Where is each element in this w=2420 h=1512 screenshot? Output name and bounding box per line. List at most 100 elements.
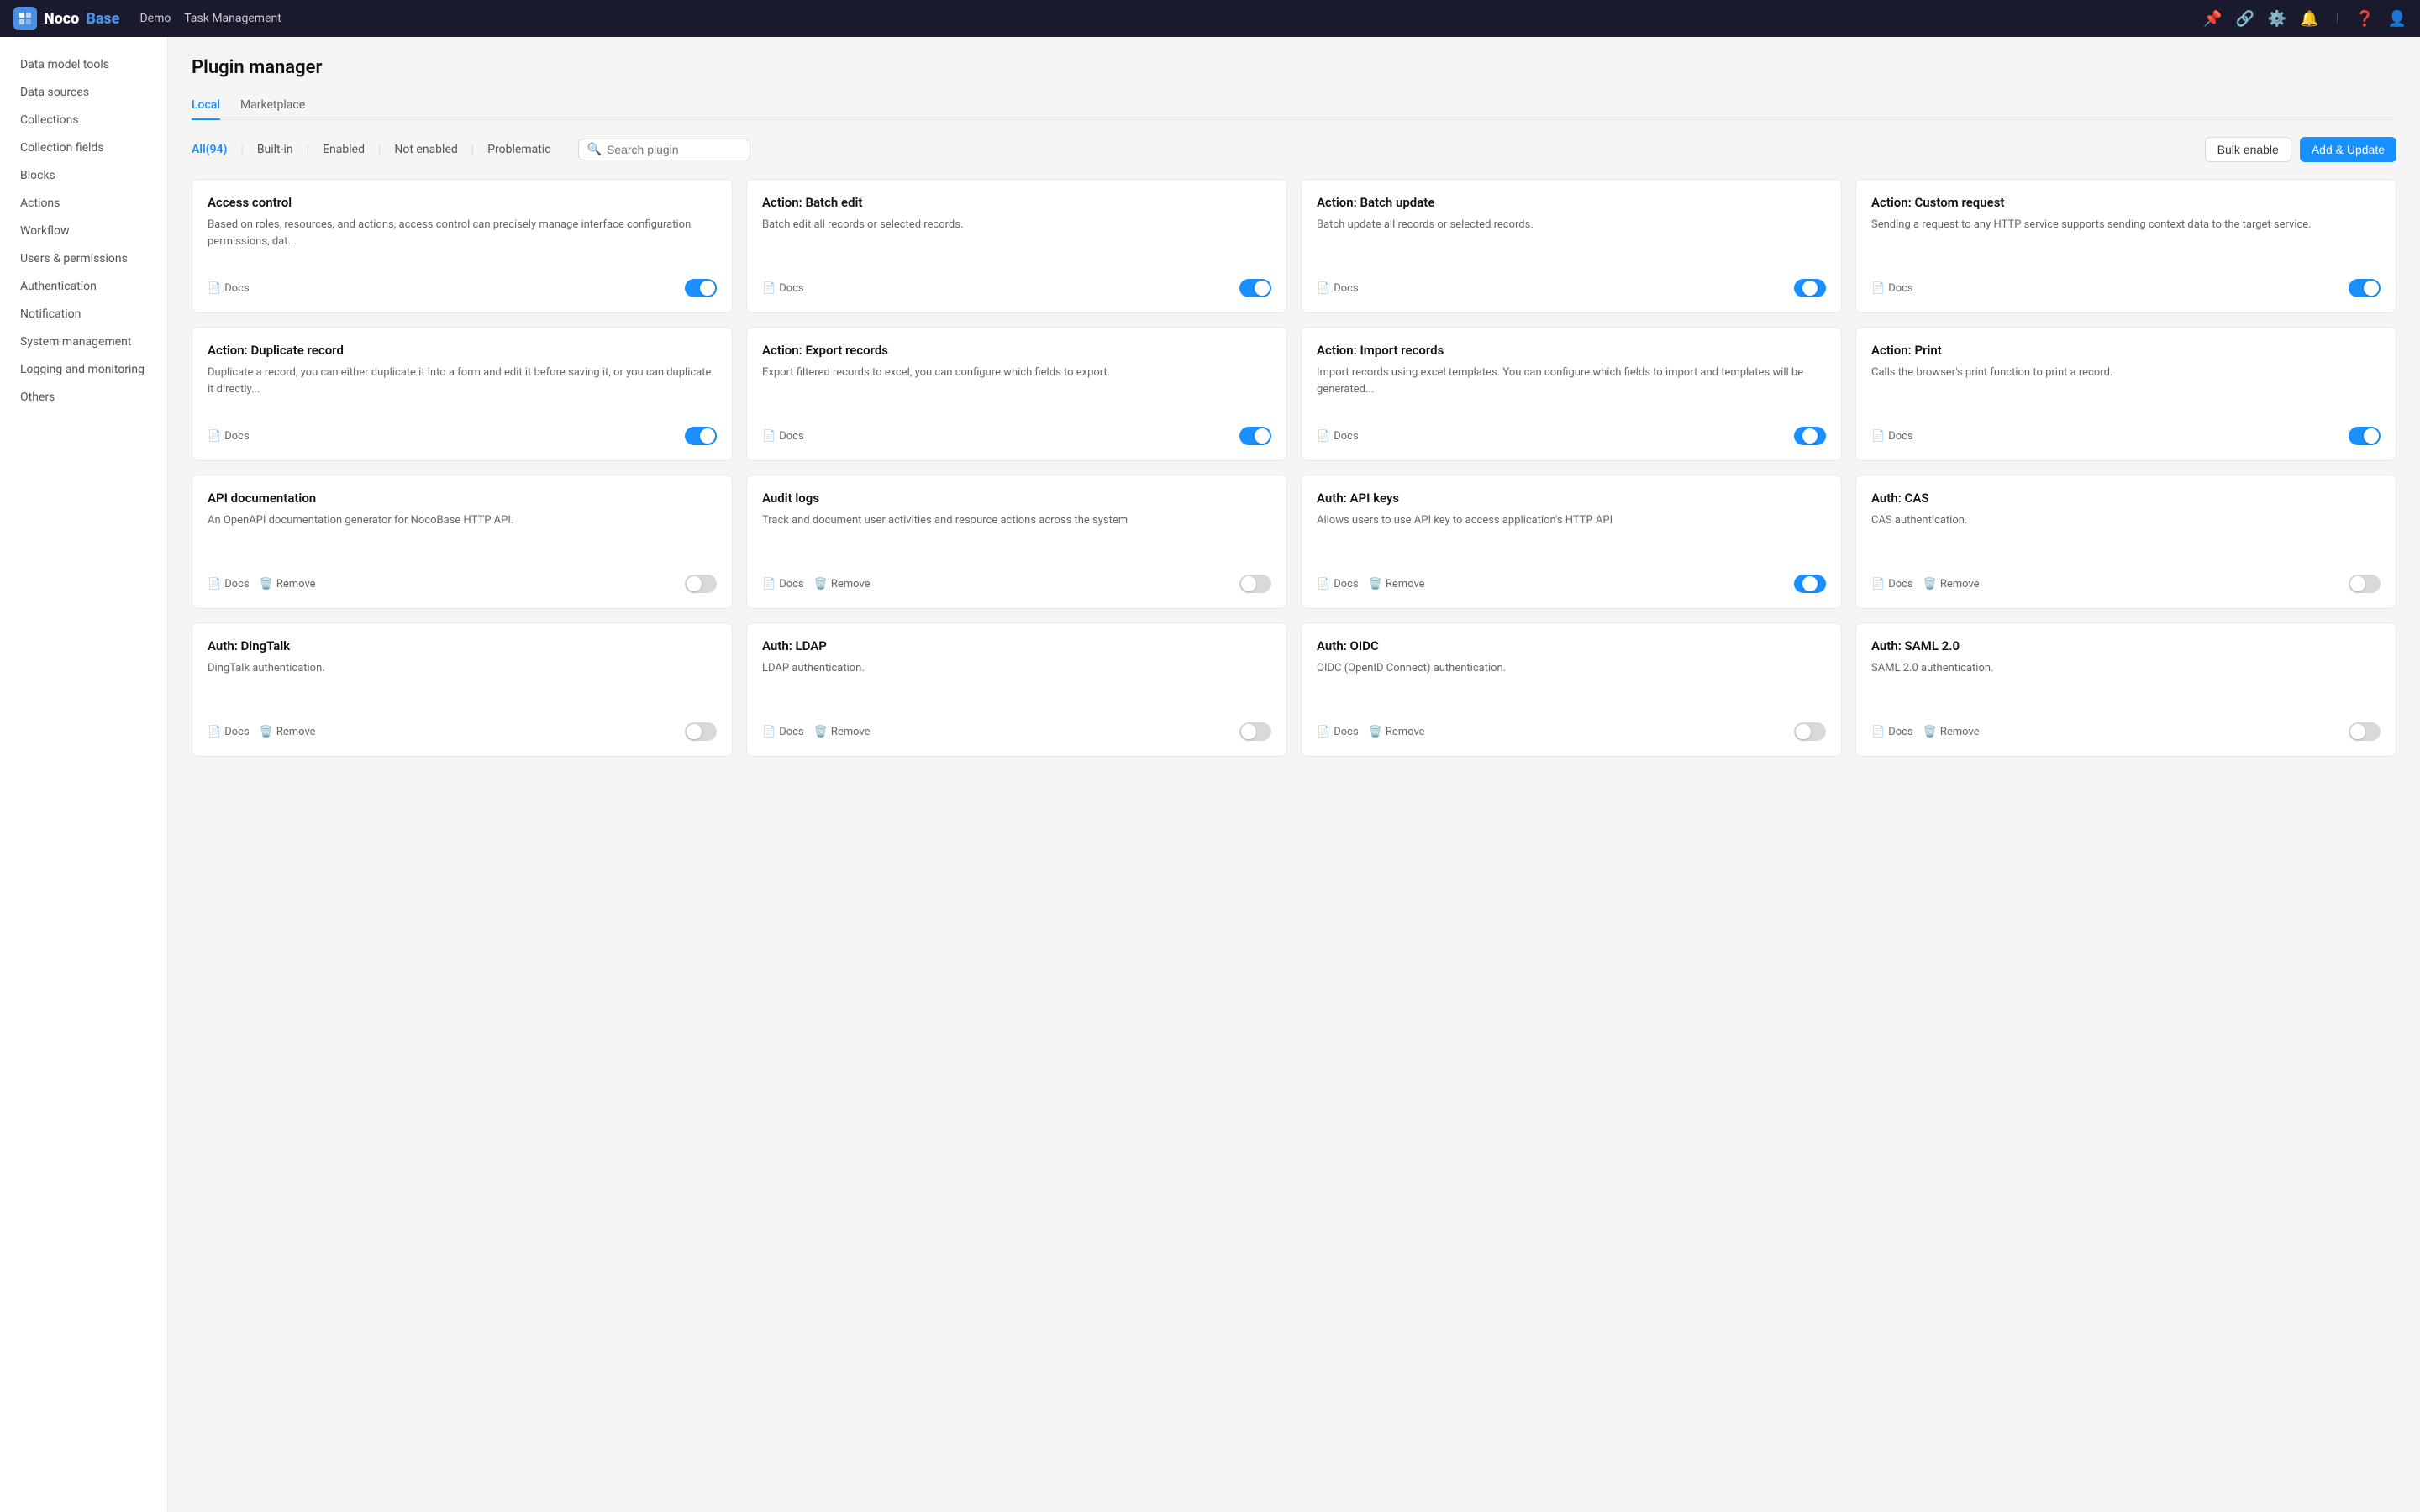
plugin-title-action-batch-update: Action: Batch update xyxy=(1317,195,1826,210)
branch-icon[interactable]: 🔗 xyxy=(2235,10,2254,28)
remove-link-auth-saml[interactable]: 🗑️ Remove xyxy=(1923,726,1980,738)
sidebar-item-blocks[interactable]: Blocks xyxy=(7,162,160,189)
bell-icon[interactable]: 🔔 xyxy=(2300,10,2318,28)
search-input[interactable] xyxy=(607,143,741,156)
settings-icon[interactable]: ⚙️ xyxy=(2268,10,2286,28)
toggle-audit-logs[interactable] xyxy=(1239,575,1271,593)
sidebar-item-collection-fields[interactable]: Collection fields xyxy=(7,134,160,161)
topnav-links: Demo Task Management xyxy=(139,12,281,25)
remove-link-auth-cas[interactable]: 🗑️ Remove xyxy=(1923,578,1980,591)
plugin-title-auth-ldap: Auth: LDAP xyxy=(762,638,1271,654)
toggle-action-batch-edit[interactable] xyxy=(1239,279,1271,297)
filter-problematic[interactable]: Problematic xyxy=(487,139,550,160)
docs-link-action-batch-update[interactable]: 📄 Docs xyxy=(1317,282,1359,295)
toggle-action-custom-request[interactable] xyxy=(2349,279,2381,297)
remove-link-auth-api-keys[interactable]: 🗑️ Remove xyxy=(1369,578,1425,591)
toggle-auth-oidc[interactable] xyxy=(1794,722,1826,741)
docs-link-auth-cas[interactable]: 📄 Docs xyxy=(1871,578,1913,591)
docs-link-action-batch-edit[interactable]: 📄 Docs xyxy=(762,282,804,295)
plugin-title-access-control: Access control xyxy=(208,195,717,210)
docs-link-auth-oidc[interactable]: 📄 Docs xyxy=(1317,726,1359,738)
filter-all[interactable]: All(94) xyxy=(192,139,227,160)
docs-link-action-import-records[interactable]: 📄 Docs xyxy=(1317,430,1359,443)
docs-link-action-custom-request[interactable]: 📄 Docs xyxy=(1871,282,1913,295)
docs-link-auth-saml[interactable]: 📄 Docs xyxy=(1871,726,1913,738)
docs-link-api-documentation[interactable]: 📄 Docs xyxy=(208,578,250,591)
trash-icon: 🗑️ xyxy=(1369,578,1382,591)
toggle-auth-dingtalk[interactable] xyxy=(685,722,717,741)
doc-icon: 📄 xyxy=(1317,430,1330,443)
remove-link-audit-logs[interactable]: 🗑️ Remove xyxy=(814,578,871,591)
sidebar-item-logging-monitoring[interactable]: Logging and monitoring xyxy=(7,356,160,383)
toggle-access-control[interactable] xyxy=(685,279,717,297)
docs-link-action-print[interactable]: 📄 Docs xyxy=(1871,430,1913,443)
plugin-desc-action-duplicate-record: Duplicate a record, you can either dupli… xyxy=(208,365,717,415)
docs-link-audit-logs[interactable]: 📄 Docs xyxy=(762,578,804,591)
remove-link-auth-oidc[interactable]: 🗑️ Remove xyxy=(1369,726,1425,738)
filter-not-enabled[interactable]: Not enabled xyxy=(394,139,457,160)
tab-marketplace[interactable]: Marketplace xyxy=(240,92,305,120)
search-box: 🔍 xyxy=(578,139,750,160)
sidebar-item-data-model-tools[interactable]: Data model tools xyxy=(7,51,160,78)
plugin-card-auth-saml: Auth: SAML 2.0 SAML 2.0 authentication. 📄 … xyxy=(1855,622,2396,757)
trash-icon: 🗑️ xyxy=(1369,726,1382,738)
toggle-action-batch-update[interactable] xyxy=(1794,279,1826,297)
sidebar-item-notification[interactable]: Notification xyxy=(7,301,160,328)
docs-link-access-control[interactable]: 📄 Docs xyxy=(208,282,250,295)
action-buttons: Bulk enable Add & Update xyxy=(2205,137,2396,162)
plugin-title-auth-saml: Auth: SAML 2.0 xyxy=(1871,638,2381,654)
filter-built-in[interactable]: Built-in xyxy=(257,139,293,160)
toggle-auth-saml[interactable] xyxy=(2349,722,2381,741)
toggle-auth-cas[interactable] xyxy=(2349,575,2381,593)
help-icon[interactable]: ❓ xyxy=(2355,10,2374,28)
toggle-action-export-records[interactable] xyxy=(1239,427,1271,445)
filter-enabled[interactable]: Enabled xyxy=(323,139,365,160)
pin-icon[interactable]: 📌 xyxy=(2203,10,2222,28)
logo-noco: Noco xyxy=(44,10,79,28)
sidebar-item-actions[interactable]: Actions xyxy=(7,190,160,217)
docs-link-action-duplicate-record[interactable]: 📄 Docs xyxy=(208,430,250,443)
doc-icon: 📄 xyxy=(1317,726,1330,738)
add-update-button[interactable]: Add & Update xyxy=(2300,137,2396,162)
remove-link-auth-ldap[interactable]: 🗑️ Remove xyxy=(814,726,871,738)
doc-icon: 📄 xyxy=(1871,578,1885,591)
trash-icon: 🗑️ xyxy=(260,726,273,738)
sidebar-item-users-permissions[interactable]: Users & permissions xyxy=(7,245,160,272)
toggle-api-documentation[interactable] xyxy=(685,575,717,593)
plugin-desc-auth-api-keys: Allows users to use API key to access ap… xyxy=(1317,512,1826,563)
docs-link-action-export-records[interactable]: 📄 Docs xyxy=(762,430,804,443)
plugin-footer-auth-saml: 📄 Docs 🗑️ Remove xyxy=(1871,722,2381,741)
plugin-card-action-batch-edit: Action: Batch editBatch edit all records… xyxy=(746,179,1287,313)
plugin-title-action-print: Action: Print xyxy=(1871,343,2381,358)
sidebar-item-workflow[interactable]: Workflow xyxy=(7,218,160,244)
sidebar-item-system-management[interactable]: System management xyxy=(7,328,160,355)
plugin-title-api-documentation: API documentation xyxy=(208,491,717,506)
docs-link-auth-dingtalk[interactable]: 📄 Docs xyxy=(208,726,250,738)
bulk-enable-button[interactable]: Bulk enable xyxy=(2205,137,2291,162)
docs-link-auth-api-keys[interactable]: 📄 Docs xyxy=(1317,578,1359,591)
plugin-title-action-import-records: Action: Import records xyxy=(1317,343,1826,358)
toggle-auth-api-keys[interactable] xyxy=(1794,575,1826,593)
plugin-card-auth-dingtalk: Auth: DingTalkDingTalk authentication.📄 … xyxy=(192,622,733,757)
docs-link-auth-ldap[interactable]: 📄 Docs xyxy=(762,726,804,738)
doc-icon: 📄 xyxy=(1317,282,1330,295)
toggle-action-print[interactable] xyxy=(2349,427,2381,445)
nav-task-management[interactable]: Task Management xyxy=(184,12,281,25)
plugin-footer-api-documentation: 📄 Docs 🗑️ Remove xyxy=(208,575,717,593)
plugin-desc-access-control: Based on roles, resources, and actions, … xyxy=(208,217,717,267)
toggle-action-duplicate-record[interactable] xyxy=(685,427,717,445)
user-icon[interactable]: 👤 xyxy=(2388,10,2407,28)
toggle-action-import-records[interactable] xyxy=(1794,427,1826,445)
sidebar-item-data-sources[interactable]: Data sources xyxy=(7,79,160,106)
sidebar-item-collections[interactable]: Collections xyxy=(7,107,160,134)
plugin-title-action-custom-request: Action: Custom request xyxy=(1871,195,2381,210)
toggle-auth-ldap[interactable] xyxy=(1239,722,1271,741)
remove-link-auth-dingtalk[interactable]: 🗑️ Remove xyxy=(260,726,316,738)
plugin-desc-auth-saml: SAML 2.0 authentication. xyxy=(1871,660,2381,711)
sidebar-item-others[interactable]: Others xyxy=(7,384,160,411)
remove-link-api-documentation[interactable]: 🗑️ Remove xyxy=(260,578,316,591)
sidebar-item-authentication[interactable]: Authentication xyxy=(7,273,160,300)
nav-demo[interactable]: Demo xyxy=(139,12,171,25)
tab-local[interactable]: Local xyxy=(192,92,220,120)
plugin-desc-auth-cas: CAS authentication. xyxy=(1871,512,2381,563)
